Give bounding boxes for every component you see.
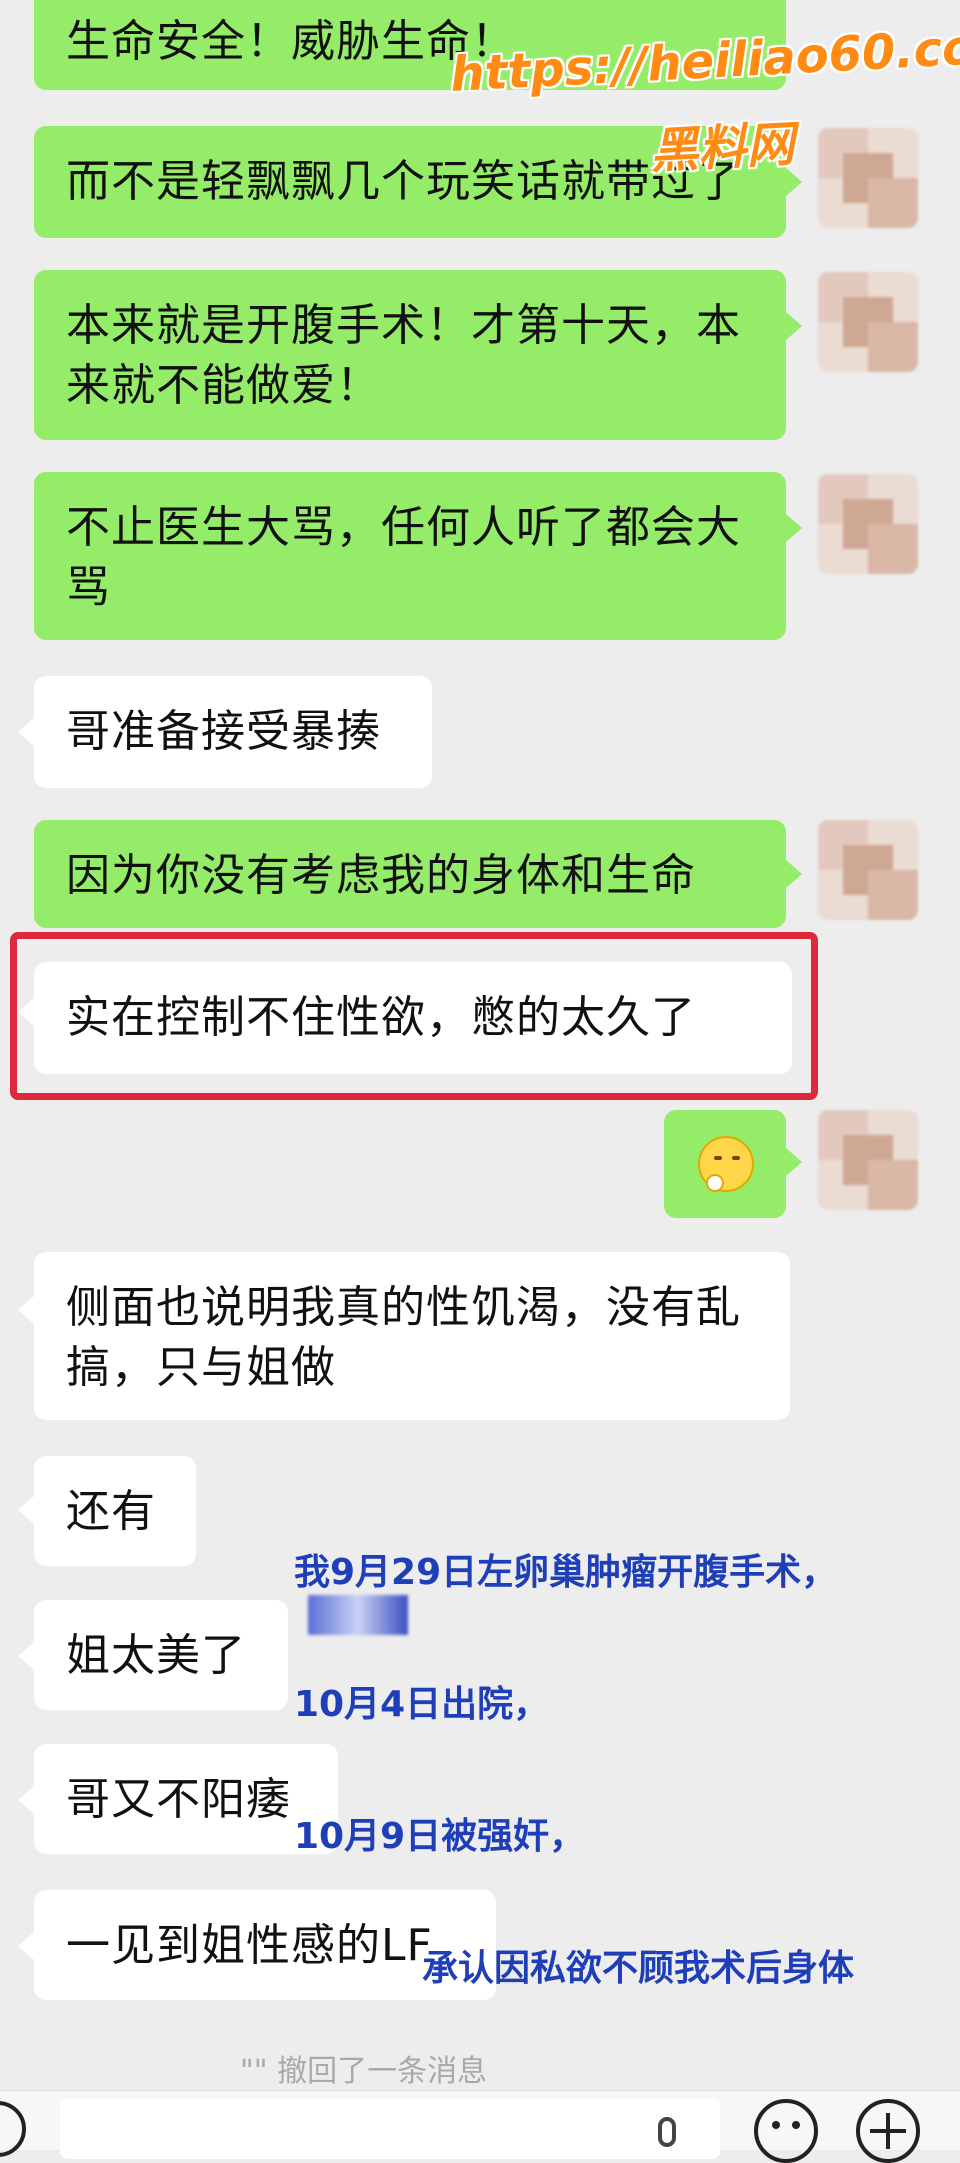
highlight-box — [10, 932, 818, 1100]
avatar-self[interactable] — [818, 272, 918, 372]
message-bubble-incoming[interactable]: 侧面也说明我真的性饥渴，没有乱 搞，只与姐做 — [34, 1252, 790, 1420]
bubble-tail — [786, 514, 802, 542]
message-text: 哥又不阳痿 — [66, 1774, 291, 1825]
bubble-tail — [18, 1932, 34, 1960]
message-text: 还有 — [66, 1486, 156, 1537]
message-text-line: 不止医生大骂，任何人听了都会大 — [66, 502, 741, 553]
avatar-self[interactable] — [818, 474, 918, 574]
avatar-self[interactable] — [818, 128, 918, 228]
bubble-tail — [18, 1642, 34, 1670]
bubble-tail — [786, 312, 802, 340]
message-text: 哥准备接受暴揍 — [66, 706, 381, 757]
bubble-tail — [18, 1296, 34, 1324]
message-bubble-incoming[interactable]: 哥准备接受暴揍 — [34, 676, 432, 788]
annotation-line: 10月9日被强奸， — [294, 1816, 586, 1857]
message-text: 而不是轻飘飘几个玩笑话就带过了 — [66, 156, 741, 207]
message-text-line: 侧面也说明我真的性饥渴，没有乱 — [66, 1282, 741, 1333]
annotation-overlay: 我9月29日左卵巢肿瘤开腹手术， 10月4日出院， 10月9日被强奸， 承认因私… — [294, 1463, 854, 2079]
input-bar — [0, 2090, 960, 2163]
message-text: 姐太美了 — [66, 1630, 246, 1681]
avatar-self[interactable] — [818, 1110, 918, 1210]
message-bubble-incoming[interactable]: 哥又不阳痿 — [34, 1744, 338, 1854]
message-bubble-outgoing[interactable]: 因为你没有考虑我的身体和生命 — [34, 820, 786, 928]
bubble-tail — [786, 860, 802, 888]
bubble-tail — [18, 1496, 34, 1524]
message-bubble-outgoing[interactable]: 不止医生大骂，任何人听了都会大 骂 — [34, 472, 786, 640]
sweat-smile-emoji — [698, 1136, 754, 1192]
watermark-name: 黑料网 — [648, 116, 796, 180]
message-text-line: 搞，只与姐做 — [66, 1342, 336, 1393]
message-text-line: 本来就是开腹手术！才第十天，本 — [66, 300, 741, 351]
message-bubble-incoming[interactable]: 姐太美了 — [34, 1600, 288, 1710]
annotation-line: 承认因私欲不顾我术后身体 — [422, 1948, 855, 1989]
emoji-icon[interactable] — [754, 2099, 818, 2163]
avatar-self[interactable] — [818, 820, 918, 920]
message-input[interactable] — [60, 2099, 720, 2159]
mic-icon — [658, 2117, 676, 2147]
annotation-line: 10月4日出院， — [294, 1684, 550, 1725]
bubble-tail — [786, 1148, 802, 1176]
bubble-tail — [18, 718, 34, 746]
message-bubble-outgoing[interactable]: 本来就是开腹手术！才第十天，本 来就不能做爱！ — [34, 270, 786, 440]
bubble-tail — [18, 1786, 34, 1814]
message-text-line: 骂 — [66, 562, 111, 613]
message-text: 生命安全！威胁生命！ — [66, 16, 516, 67]
message-text: 因为你没有考虑我的身体和生命 — [66, 850, 696, 901]
redacted-name — [308, 1595, 408, 1635]
annotation-line: 我9月29日左卵巢肿瘤开腹手术， — [294, 1552, 838, 1593]
add-icon[interactable] — [856, 2099, 920, 2163]
message-bubble-incoming[interactable]: 还有 — [34, 1456, 196, 1566]
message-text-line: 来就不能做爱！ — [66, 360, 381, 411]
